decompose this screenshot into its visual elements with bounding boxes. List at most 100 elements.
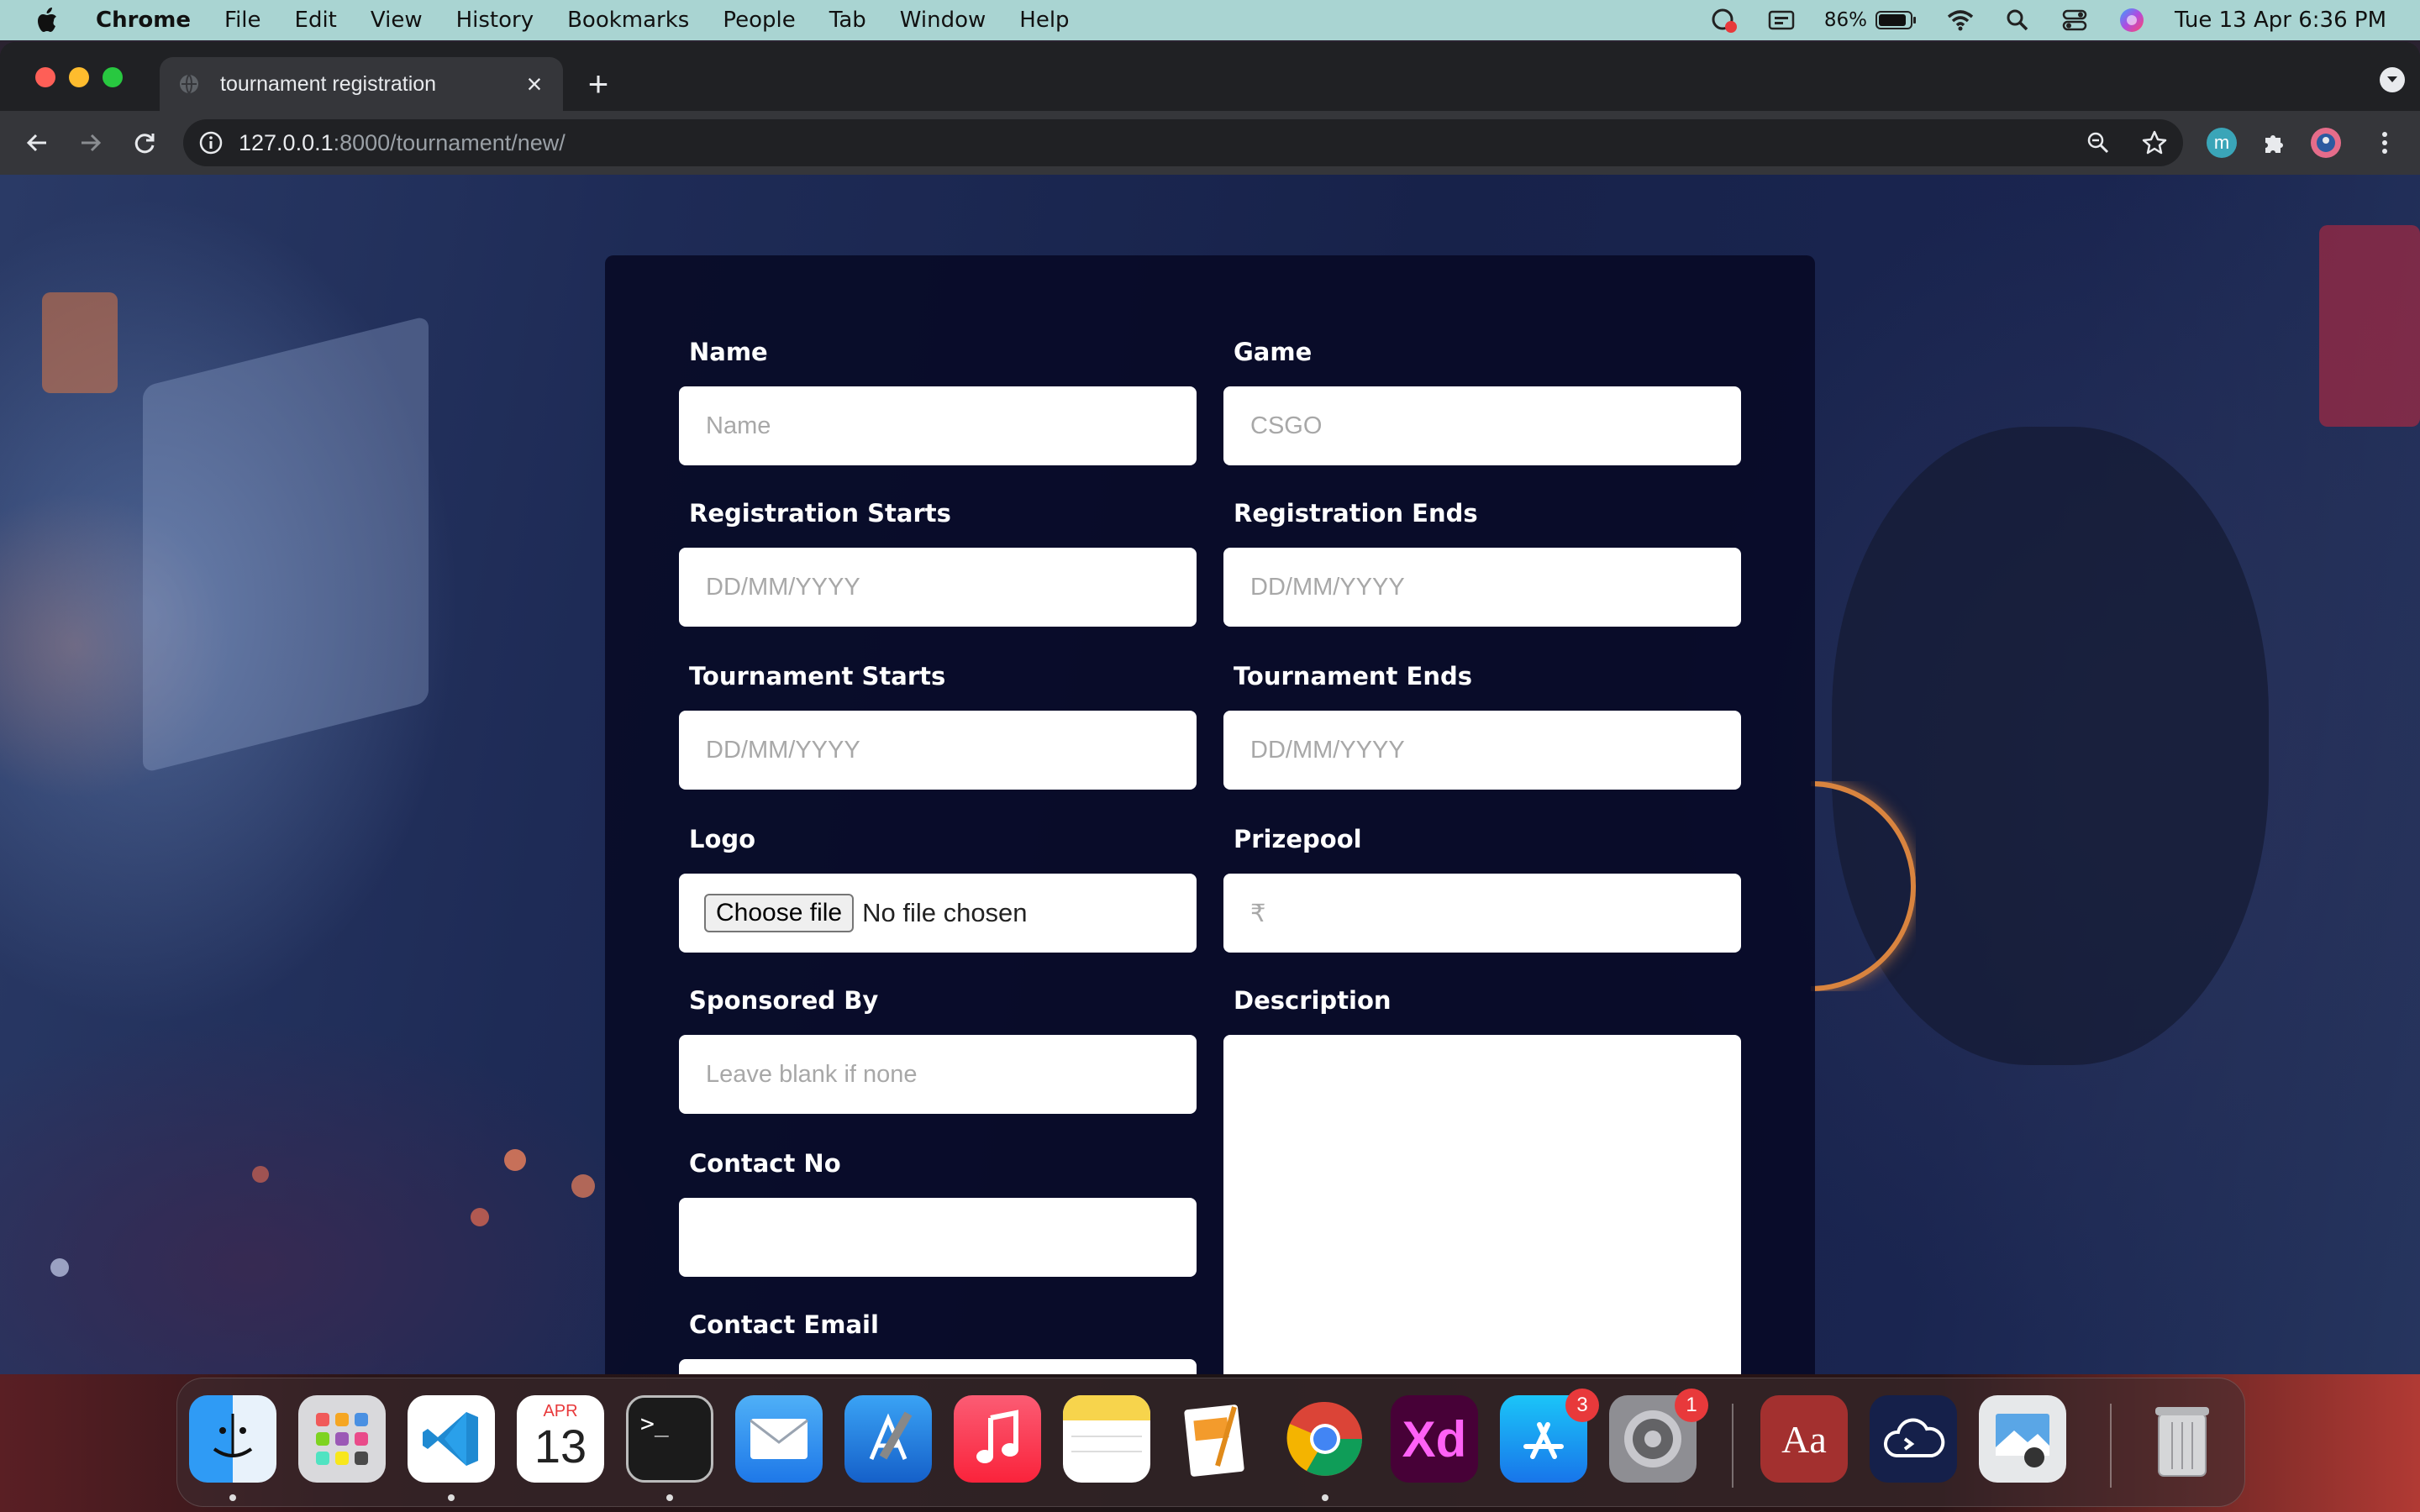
minimize-window-button[interactable]: [69, 67, 89, 87]
sponsored-by-placeholder: Leave blank if none: [706, 1060, 918, 1088]
menu-bar: Chrome File Edit View History Bookmarks …: [0, 0, 2420, 40]
profile-avatar[interactable]: [2311, 128, 2341, 158]
tournament-starts-input[interactable]: DD/MM/YYYY: [679, 711, 1197, 790]
trash-icon[interactable]: [2139, 1395, 2226, 1483]
chrome-icon[interactable]: [1281, 1395, 1369, 1483]
background-bokeh: [504, 1149, 526, 1171]
prizepool-placeholder: ₹: [1250, 900, 1266, 927]
spotlight-search-icon[interactable]: [2003, 6, 2032, 34]
url-text[interactable]: 127.0.0.1:8000/tournament/new/: [239, 130, 566, 156]
registration-ends-placeholder: DD/MM/YYYY: [1250, 573, 1405, 601]
apple-icon[interactable]: [34, 3, 62, 37]
xcode-icon[interactable]: [844, 1395, 932, 1483]
app-store-badge: 3: [1565, 1389, 1599, 1422]
menu-people[interactable]: People: [723, 8, 795, 33]
calendar-icon[interactable]: APR 13: [517, 1395, 604, 1483]
tab-active[interactable]: tournament registration ×: [160, 57, 563, 111]
terminal-icon[interactable]: >_: [626, 1395, 713, 1483]
dictionary-icon[interactable]: Aa: [1760, 1395, 1848, 1483]
menu-edit[interactable]: Edit: [295, 8, 337, 33]
page-viewport: Name Name Game CSGO Registration Starts …: [0, 175, 2420, 1374]
notes-icon[interactable]: [1063, 1395, 1150, 1483]
omnibox-actions: [2086, 119, 2183, 166]
extensions-puzzle-icon[interactable]: [2259, 128, 2289, 158]
bookmark-star-icon[interactable]: [2141, 129, 2168, 156]
mail-icon[interactable]: [735, 1395, 823, 1483]
logo-file-input[interactable]: Choose file No file chosen: [679, 874, 1197, 953]
prizepool-input[interactable]: ₹: [1223, 874, 1741, 953]
game-input[interactable]: CSGO: [1223, 386, 1741, 465]
registration-starts-placeholder: DD/MM/YYYY: [706, 573, 860, 601]
name-input[interactable]: Name: [679, 386, 1197, 465]
registration-starts-label: Registration Starts: [689, 499, 951, 528]
tab-strip: tournament registration × +: [0, 42, 2420, 111]
background-bokeh: [571, 1174, 595, 1198]
battery-indicator[interactable]: 86%: [1824, 9, 1918, 31]
forward-button[interactable]: [72, 124, 109, 161]
extension-m-icon[interactable]: m: [2207, 128, 2237, 158]
music-icon[interactable]: [954, 1395, 1041, 1483]
description-textarea[interactable]: [1223, 1035, 1741, 1374]
description-label: Description: [1234, 986, 1392, 1015]
running-indicator: [666, 1494, 673, 1501]
tournament-ends-input[interactable]: DD/MM/YYYY: [1223, 711, 1741, 790]
menu-app-chrome[interactable]: Chrome: [96, 8, 191, 33]
close-window-button[interactable]: [35, 67, 55, 87]
running-indicator: [229, 1494, 236, 1501]
menu-history[interactable]: History: [456, 8, 534, 33]
contact-no-input[interactable]: [679, 1198, 1197, 1277]
cloud-shell-icon[interactable]: [1870, 1395, 1957, 1483]
contact-email-label: Contact Email: [689, 1310, 879, 1339]
tournament-form-panel: Name Name Game CSGO Registration Starts …: [605, 255, 1815, 1374]
reload-button[interactable]: [126, 124, 163, 161]
new-tab-button[interactable]: +: [580, 66, 617, 102]
registration-starts-input[interactable]: DD/MM/YYYY: [679, 548, 1197, 627]
preview-icon[interactable]: [1979, 1395, 2066, 1483]
menu-window[interactable]: Window: [900, 8, 986, 33]
pages-icon[interactable]: [1172, 1395, 1260, 1483]
control-center-icon[interactable]: [2060, 6, 2089, 34]
keyboard-icon[interactable]: [1767, 6, 1796, 34]
sponsored-by-input[interactable]: Leave blank if none: [679, 1035, 1197, 1114]
creative-cloud-icon[interactable]: [1710, 6, 1739, 34]
launchpad-icon[interactable]: [298, 1395, 386, 1483]
system-preferences-badge: 1: [1675, 1389, 1708, 1422]
finder-icon[interactable]: [189, 1395, 276, 1483]
registration-ends-input[interactable]: DD/MM/YYYY: [1223, 548, 1741, 627]
game-label: Game: [1234, 338, 1313, 366]
file-status: No file chosen: [862, 898, 1028, 927]
background-bokeh: [50, 1258, 69, 1277]
game-placeholder: CSGO: [1250, 412, 1323, 439]
wifi-icon[interactable]: [1946, 6, 1975, 34]
menu-help[interactable]: Help: [1019, 8, 1069, 33]
choose-file-button[interactable]: Choose file: [704, 894, 855, 932]
address-bar[interactable]: 127.0.0.1:8000/tournament/new/: [183, 119, 2183, 166]
registration-ends-label: Registration Ends: [1234, 499, 1478, 528]
name-placeholder: Name: [706, 412, 771, 439]
background-bokeh: [471, 1208, 489, 1226]
menu-view[interactable]: View: [371, 8, 423, 33]
close-tab-icon[interactable]: ×: [518, 69, 551, 100]
menu-bookmarks[interactable]: Bookmarks: [567, 8, 689, 33]
contact-email-input[interactable]: [679, 1359, 1197, 1374]
info-icon[interactable]: [198, 130, 224, 155]
url-path: :8000/tournament/new/: [333, 129, 566, 155]
back-button[interactable]: [18, 124, 55, 161]
siri-icon[interactable]: [2118, 6, 2146, 34]
tab-title: tournament registration: [220, 71, 437, 96]
xd-label: Xd: [1402, 1410, 1467, 1467]
dictionary-label: Aa: [1781, 1417, 1827, 1461]
battery-percent: 86%: [1823, 9, 1867, 31]
logo-label: Logo: [689, 825, 756, 853]
kebab-menu-icon[interactable]: [2370, 128, 2400, 158]
menu-tab[interactable]: Tab: [829, 8, 866, 33]
vscode-icon[interactable]: [408, 1395, 495, 1483]
zoom-window-button[interactable]: [103, 67, 123, 87]
menu-file[interactable]: File: [224, 8, 261, 33]
tab-search-button[interactable]: [2380, 67, 2405, 92]
dock: APR 13 >_ Xd 3 1 Aa: [176, 1378, 2245, 1507]
dock-separator: [1732, 1404, 1733, 1488]
adobe-xd-icon[interactable]: Xd: [1391, 1395, 1478, 1483]
clock[interactable]: Tue 13 Apr 6:36 PM: [2175, 8, 2386, 33]
zoom-icon[interactable]: [2086, 130, 2111, 155]
